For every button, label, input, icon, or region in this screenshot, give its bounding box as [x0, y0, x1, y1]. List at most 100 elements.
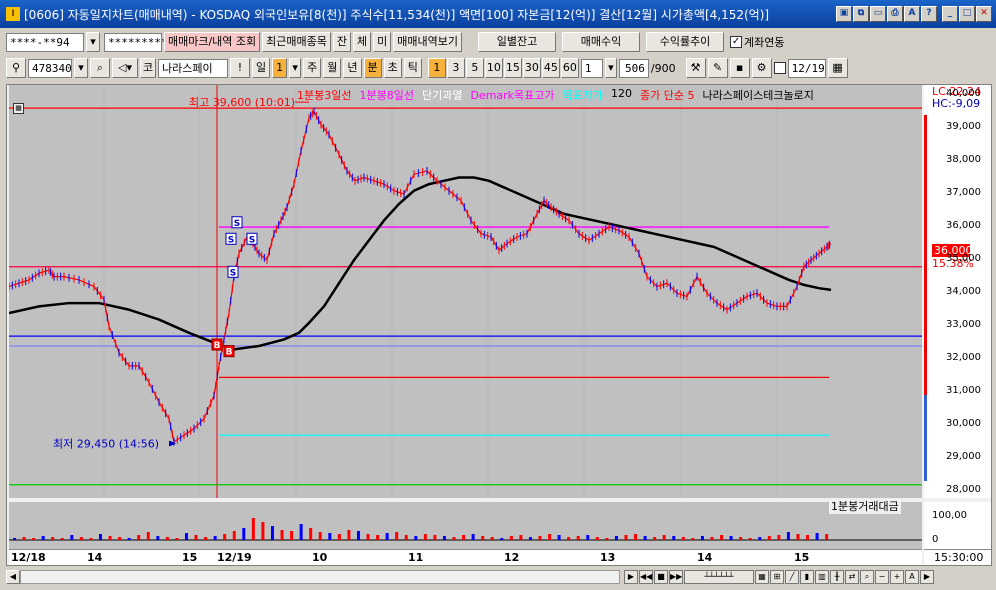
interval-button-60[interactable]: 60	[560, 58, 579, 78]
y-tick: 37,000	[946, 187, 981, 199]
x-tick: 11	[408, 551, 424, 564]
minimize-icon[interactable]: _	[942, 6, 958, 22]
code-dropdown-icon[interactable]: ▾	[74, 58, 88, 78]
volume-bar	[41, 536, 45, 540]
zoom-out-icon[interactable]: −	[875, 569, 889, 584]
tools-icon[interactable]: ⚒	[685, 58, 706, 78]
speaker-icon[interactable]: ◁▾	[112, 58, 138, 78]
time-label: 15:30:00	[934, 551, 984, 564]
text-icon[interactable]: A	[905, 569, 919, 584]
period-month-button[interactable]: 월	[323, 58, 342, 78]
tab-balance[interactable]: 잔	[332, 32, 352, 52]
interval-button-10[interactable]: 10	[484, 58, 503, 78]
compare-icon[interactable]: ⇄	[845, 569, 859, 584]
line-icon[interactable]: ╱	[785, 569, 799, 584]
save-icon[interactable]: ▪	[729, 58, 750, 78]
grid-icon[interactable]: ▦	[755, 569, 769, 584]
copy-icon[interactable]: ⧉	[853, 6, 869, 22]
password-input[interactable]: *********	[104, 32, 168, 52]
search-icon[interactable]: ⌕	[90, 58, 110, 78]
font-icon[interactable]: A	[904, 6, 920, 22]
exclaim-button[interactable]: !	[230, 58, 250, 78]
settings-icon[interactable]: ⚙	[751, 58, 772, 78]
y-tick: 31,000	[946, 385, 981, 397]
volume-bar	[232, 531, 236, 540]
maximize-icon[interactable]: □	[959, 6, 975, 22]
calendar-icon[interactable]: ▦	[827, 58, 848, 78]
play-icon[interactable]: ▶	[624, 569, 638, 584]
legend-item[interactable]: Demark목표고가	[470, 87, 554, 103]
x-tick: 15	[794, 551, 810, 564]
sell-marker: S	[246, 232, 258, 245]
pin-icon[interactable]: ⚲	[6, 58, 26, 78]
legend-item[interactable]: 1분봉8일선	[359, 87, 413, 103]
zoom-in-icon[interactable]: +	[890, 569, 904, 584]
zoom-slider[interactable]: ┴┴┴┴┴┴	[684, 569, 754, 584]
account-dropdown-icon[interactable]: ▾	[86, 32, 100, 52]
close-icon[interactable]: ✕	[976, 6, 992, 22]
custom-interval-input[interactable]: 1	[580, 58, 603, 78]
period-day-count[interactable]: 1	[272, 58, 288, 78]
stock-code-input[interactable]: 478340	[28, 58, 72, 78]
rewind-icon[interactable]: ◀◀	[639, 569, 653, 584]
day-count-dropdown-icon[interactable]: ▾	[289, 58, 302, 78]
magnify-icon[interactable]: ⌕	[860, 569, 874, 584]
draw-icon[interactable]: ✎	[707, 58, 728, 78]
price-plot[interactable]: SS SSBB최고 39,600 (10:01)최저 29,450 (14:56)	[9, 85, 922, 498]
volume-bar	[376, 535, 380, 540]
low-label: 최저 29,450 (14:56)	[53, 437, 159, 450]
mark-query-button[interactable]: 매매마크/내역 조회	[164, 32, 261, 52]
legend-item[interactable]: 120	[611, 87, 632, 103]
interval-button-1[interactable]: 1	[427, 58, 446, 78]
account-select[interactable]: ****-**94	[6, 32, 84, 52]
scroll-left-icon[interactable]: ◀	[6, 569, 20, 584]
stop-icon[interactable]: ■	[654, 569, 668, 584]
interval-button-5[interactable]: 5	[465, 58, 484, 78]
tab-executed[interactable]: 체	[353, 32, 372, 52]
daily-balance-button[interactable]: 일별잔고	[478, 32, 557, 52]
period-minute-button[interactable]: 분	[363, 58, 382, 78]
split-icon[interactable]: ⊞	[770, 569, 784, 584]
legend-item[interactable]: 목표저가	[563, 87, 603, 103]
volume-bar	[605, 538, 609, 540]
period-tick-button[interactable]: 틱	[403, 58, 422, 78]
account-link-checkbox[interactable]: ✓	[730, 36, 743, 48]
interval-button-3[interactable]: 3	[446, 58, 465, 78]
horizontal-scrollbar[interactable]	[20, 569, 620, 584]
legend-item[interactable]: 단기과열	[422, 87, 462, 103]
period-second-button[interactable]: 초	[383, 58, 402, 78]
interval-button-45[interactable]: 45	[541, 58, 560, 78]
legend-item[interactable]: 1분봉3일선	[297, 87, 351, 103]
recent-stocks-button[interactable]: 최근매매종목	[262, 32, 331, 52]
date-checkbox[interactable]	[773, 62, 786, 74]
count-input[interactable]: 506	[618, 58, 649, 78]
print-icon[interactable]: ⎙	[887, 6, 903, 22]
forward-icon[interactable]: ▶▶	[669, 569, 683, 584]
legend-item[interactable]: 종가 단순 5	[640, 87, 694, 103]
grid-toggle-icon[interactable]: ▦	[13, 103, 24, 114]
interval-dropdown-icon[interactable]: ▾	[604, 58, 617, 78]
return-trend-button[interactable]: 수익률추이	[646, 32, 725, 52]
interval-button-15[interactable]: 15	[503, 58, 522, 78]
period-year-button[interactable]: 년	[343, 58, 362, 78]
period-week-button[interactable]: 주	[303, 58, 322, 78]
window-icon[interactable]: ▭	[870, 6, 886, 22]
scroll-right-icon[interactable]: ▶	[920, 569, 934, 584]
history-button[interactable]: 매매내역보기	[393, 32, 463, 52]
date-input[interactable]: 12/19	[787, 58, 826, 78]
help-icon[interactable]: ?	[921, 6, 937, 22]
bar-icon[interactable]: ▮	[800, 569, 814, 584]
volume-bar	[299, 524, 303, 540]
tab-pending[interactable]: 미	[373, 32, 392, 52]
volume-bar	[433, 535, 437, 540]
volume-bar	[586, 535, 590, 540]
candle-icon[interactable]: ╫	[830, 569, 844, 584]
period-day-button[interactable]: 일	[252, 58, 271, 78]
volume-bar	[127, 538, 131, 540]
interval-button-30[interactable]: 30	[522, 58, 541, 78]
volume-bar	[576, 536, 580, 540]
chart-type-icon[interactable]: ▥	[815, 569, 829, 584]
trade-profit-button[interactable]: 매매수익	[562, 32, 641, 52]
restore-icon[interactable]: ▣	[836, 6, 852, 22]
legend-item[interactable]: 나라스페이스테크놀로지	[703, 87, 814, 103]
